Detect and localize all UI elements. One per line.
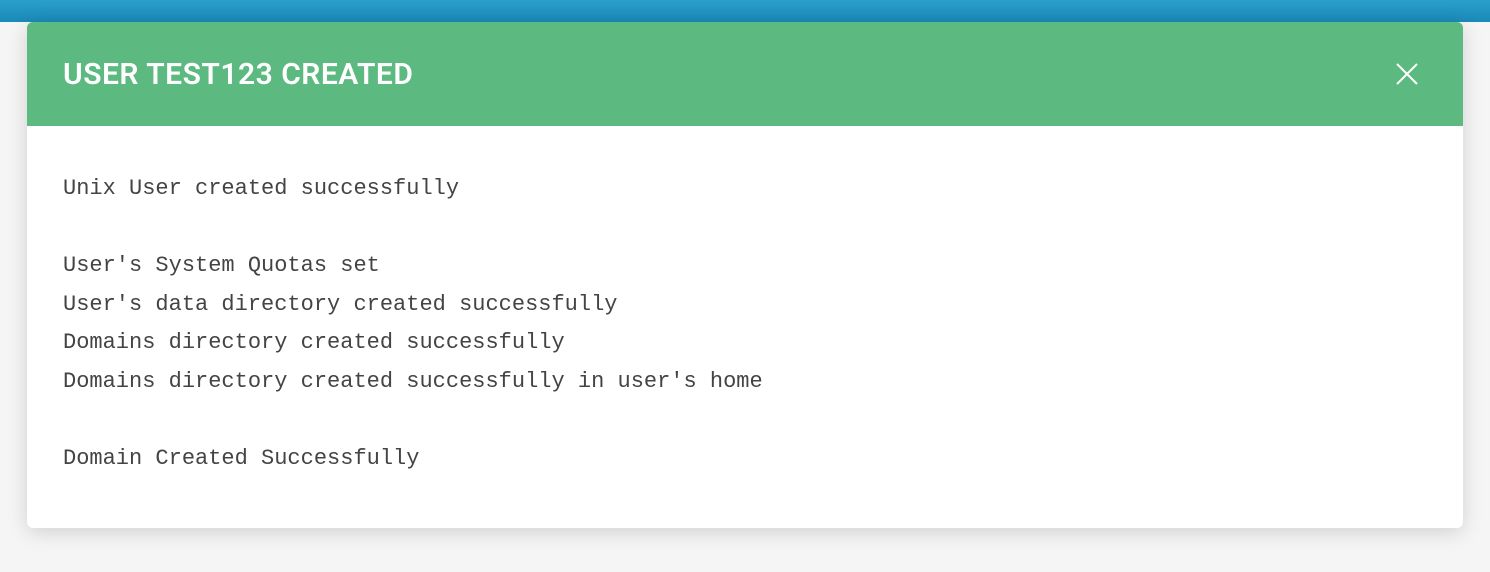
modal-body: Unix User created successfully User's Sy… (27, 126, 1463, 528)
message-line: Unix User created successfully (63, 170, 1427, 209)
message-line: Domain Created Successfully (63, 440, 1427, 479)
modal-header: USER TEST123 CREATED (27, 22, 1463, 126)
message-line (63, 401, 1427, 440)
message-line (63, 209, 1427, 248)
modal-title: USER TEST123 CREATED (63, 57, 413, 92)
success-modal: USER TEST123 CREATED Unix User created s… (27, 22, 1463, 528)
close-button[interactable] (1387, 54, 1427, 94)
message-line: User's System Quotas set (63, 247, 1427, 286)
message-line: Domains directory created successfully i… (63, 363, 1427, 402)
message-line: Domains directory created successfully (63, 324, 1427, 363)
close-icon (1391, 58, 1423, 90)
message-line: User's data directory created successful… (63, 286, 1427, 325)
top-bar (0, 0, 1490, 22)
